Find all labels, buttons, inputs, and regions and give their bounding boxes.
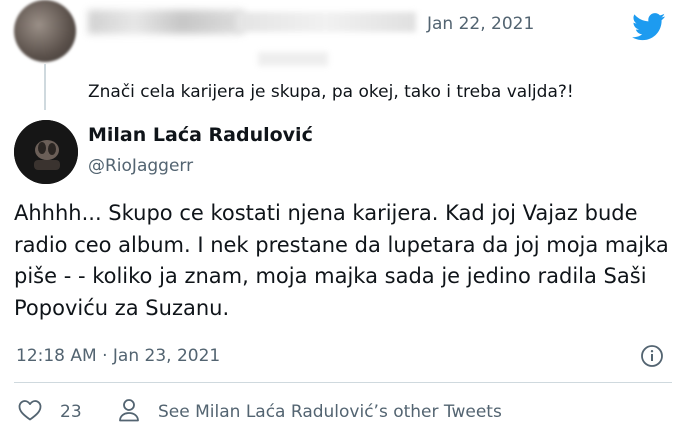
tweet-text: Ahhhh... Skupo ce kostati njena karijera… bbox=[14, 201, 669, 320]
divider bbox=[14, 382, 672, 383]
person-icon bbox=[119, 399, 139, 422]
thread-connector-line bbox=[44, 64, 46, 110]
parent-tweet-text: Znači cela karijera je skupa, pa okej, t… bbox=[88, 82, 574, 102]
parent-tweet-date[interactable]: Jan 22, 2021 bbox=[427, 14, 534, 34]
parent-avatar[interactable] bbox=[14, 0, 76, 62]
parent-author-name-redacted bbox=[88, 10, 244, 34]
tweet-timestamp[interactable]: 12:18 AM · Jan 23, 2021 bbox=[16, 346, 220, 366]
info-icon[interactable] bbox=[640, 344, 664, 368]
like-count[interactable]: 23 bbox=[60, 402, 82, 422]
author-name[interactable]: Milan Laća Radulović bbox=[88, 124, 313, 146]
parent-handle-redacted bbox=[236, 12, 416, 32]
parent-handle-redacted-secondary bbox=[258, 52, 328, 66]
author-handle[interactable]: @RioJaggerr bbox=[88, 156, 193, 176]
twitter-bird-icon[interactable] bbox=[632, 13, 666, 41]
see-other-tweets-link[interactable]: See Milan Laća Radulović’s other Tweets bbox=[158, 402, 502, 422]
author-avatar[interactable] bbox=[14, 120, 78, 184]
heart-icon[interactable] bbox=[18, 399, 42, 421]
